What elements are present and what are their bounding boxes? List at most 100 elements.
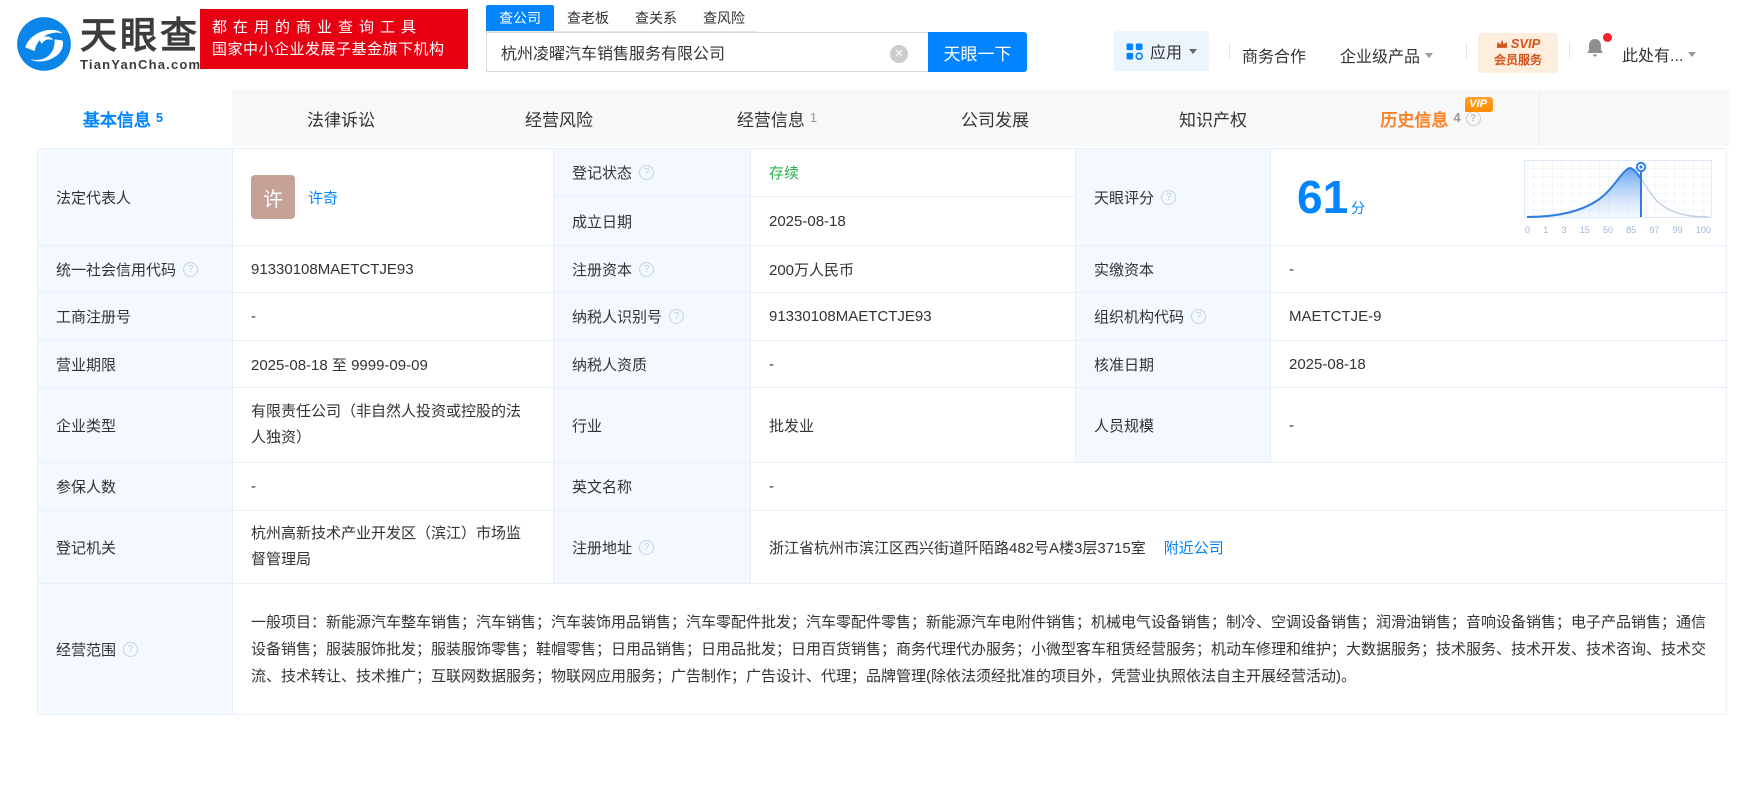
enterprise-products-menu[interactable]: 企业级产品 [1340,43,1434,67]
field-value-uscc: 91330108MAETCTJE93 [233,246,554,293]
notification-bell-button[interactable] [1583,33,1612,62]
search-area: 查公司 查老板 查关系 查风险 ✕ 天眼一下 [486,5,1027,72]
label-text: 纳税人资质 [572,356,648,374]
field-value-reg-address: 浙江省杭州市滨江区西兴街道阡陌路482号A楼3层3715室 附近公司 [751,511,1727,584]
label-text: 实缴资本 [1094,261,1155,279]
value-text: - [1289,416,1294,434]
label-text: 工商注册号 [56,309,132,326]
field-label-industry: 行业 [554,388,751,463]
tab-legal-litigation[interactable]: 法律诉讼 [232,90,450,146]
search-tab-relation[interactable]: 查关系 [622,5,690,31]
field-value-org-code: MAETCTJE-9 [1271,293,1727,341]
field-value-taxpayer-qual: - [751,341,1076,388]
field-value-approval-date: 2025-08-18 [1271,341,1727,388]
business-coop-link[interactable]: 商务合作 [1242,43,1306,67]
user-account-menu[interactable]: 此处有... [1622,42,1697,66]
legal-rep-link[interactable]: 许奇 [308,187,338,208]
value-text: 2025-08-18 至 9999-09-09 [251,356,428,374]
help-icon[interactable]: ? [1161,189,1177,205]
search-input[interactable] [486,32,928,72]
axis-tick: 15 [1579,224,1590,235]
tab-history-info[interactable]: VIP 历史信息 4 ? [1322,90,1540,146]
help-icon[interactable]: ? [183,261,199,277]
label-text: 注册资本 [572,261,633,279]
divider [1466,43,1467,59]
notification-dot [1603,33,1612,42]
tab-operating-info-label: 经营信息 [736,110,805,130]
tab-operating-info[interactable]: 经营信息 1 [668,90,886,146]
avatar[interactable]: 许 [251,175,295,219]
slogan-line2: 国家中小企业发展子基金旗下机构 [212,41,445,58]
field-value-biz-reg-no: - [233,293,554,341]
tab-operating-risk[interactable]: 经营风险 [450,90,668,146]
value-text: 有限责任公司（非自然人投资或控股的法人独资） [251,403,522,446]
apps-label: 应用 [1150,45,1183,62]
help-icon[interactable]: ? [639,261,655,277]
field-value-insured-count: - [233,463,554,511]
help-icon[interactable]: ? [639,165,655,180]
tab-company-development[interactable]: 公司发展 [886,90,1104,146]
search-tab-boss[interactable]: 查老板 [554,5,622,31]
label-text: 登记机关 [56,539,117,557]
value-text: - [1289,260,1294,278]
axis-tick: 100 [1695,224,1711,235]
field-label-biz-term: 营业期限 [38,341,233,388]
help-icon[interactable]: ? [1191,309,1207,324]
field-label-score: 天眼评分 ? [1076,149,1271,246]
label-text: 成立日期 [572,213,633,231]
svip-label: SVIP [1510,36,1541,51]
field-value-english-name: - [751,463,1727,511]
help-icon[interactable]: ? [639,539,655,555]
tab-basic-info[interactable]: 基本信息 5 [14,90,232,146]
help-icon[interactable]: ? [1465,110,1481,126]
clear-search-icon[interactable]: ✕ [890,45,908,63]
label-text: 企业类型 [56,417,117,435]
field-value-legal-rep: 许 许奇 [233,149,554,246]
tianyancha-logo[interactable]: 天眼查 TianYanCha.com [16,16,201,72]
value-text: - [769,478,774,495]
score-axis-labels: 0 1 3 15 50 85 97 99 100 [1524,224,1712,235]
chevron-down-icon [1189,48,1198,54]
search-tab-company[interactable]: 查公司 [486,5,554,31]
brand-name: 天眼查 [80,14,200,56]
apps-menu-button[interactable]: 应用 [1114,31,1210,71]
field-label-est-date: 成立日期 [554,197,751,246]
field-label-biz-reg-no: 工商注册号 [38,293,233,341]
score-value: 61 [1297,171,1349,223]
label-text: 英文名称 [572,479,633,496]
search-tab-risk[interactable]: 查风险 [690,5,758,31]
value-text: 91330108MAETCTJE93 [769,308,932,325]
help-icon[interactable]: ? [123,641,139,657]
axis-tick: 3 [1561,224,1567,235]
tab-intellectual-property[interactable]: 知识产权 [1104,90,1322,146]
field-value-biz-term: 2025-08-18 至 9999-09-09 [233,341,554,388]
field-label-legal-rep: 法定代表人 [38,149,233,246]
tab-basic-info-count: 5 [155,109,164,125]
header: 天眼查 TianYanCha.com 都在用的商业查询工具 国家中小企业发展子基… [0,0,1743,90]
tab-company-development-label: 公司发展 [961,110,1029,130]
chevron-down-icon [1425,52,1434,58]
label-text: 注册地址 [572,539,633,557]
label-text: 人员规模 [1094,417,1155,435]
field-value-reg-status: 存续 [751,149,1076,197]
search-button[interactable]: 天眼一下 [928,32,1027,72]
field-label-staff-size: 人员规模 [1076,388,1271,463]
nearby-companies-link[interactable]: 附近公司 [1164,537,1224,558]
axis-tick: 85 [1626,224,1637,235]
label-text: 核准日期 [1094,356,1155,374]
help-icon[interactable]: ? [669,309,685,324]
label-text: 营业期限 [56,356,117,374]
svip-member-button[interactable]: SVIP 会员服务 [1478,33,1558,73]
field-label-reg-status: 登记状态 ? [554,149,751,197]
label-text: 经营范围 [56,641,117,659]
tianyancha-logo-icon [17,17,71,71]
field-value-taxpayer-id: 91330108MAETCTJE93 [751,293,1076,341]
field-label-reg-capital: 注册资本 ? [554,246,751,293]
axis-tick: 99 [1672,224,1683,235]
field-label-paid-capital: 实缴资本 [1076,246,1271,293]
label-text: 天眼评分 [1094,189,1155,207]
status-badge: 存续 [769,165,800,182]
score-curve [1524,159,1712,218]
tab-operating-risk-label: 经营风险 [525,110,593,130]
field-label-taxpayer-id: 纳税人识别号 ? [554,293,751,341]
